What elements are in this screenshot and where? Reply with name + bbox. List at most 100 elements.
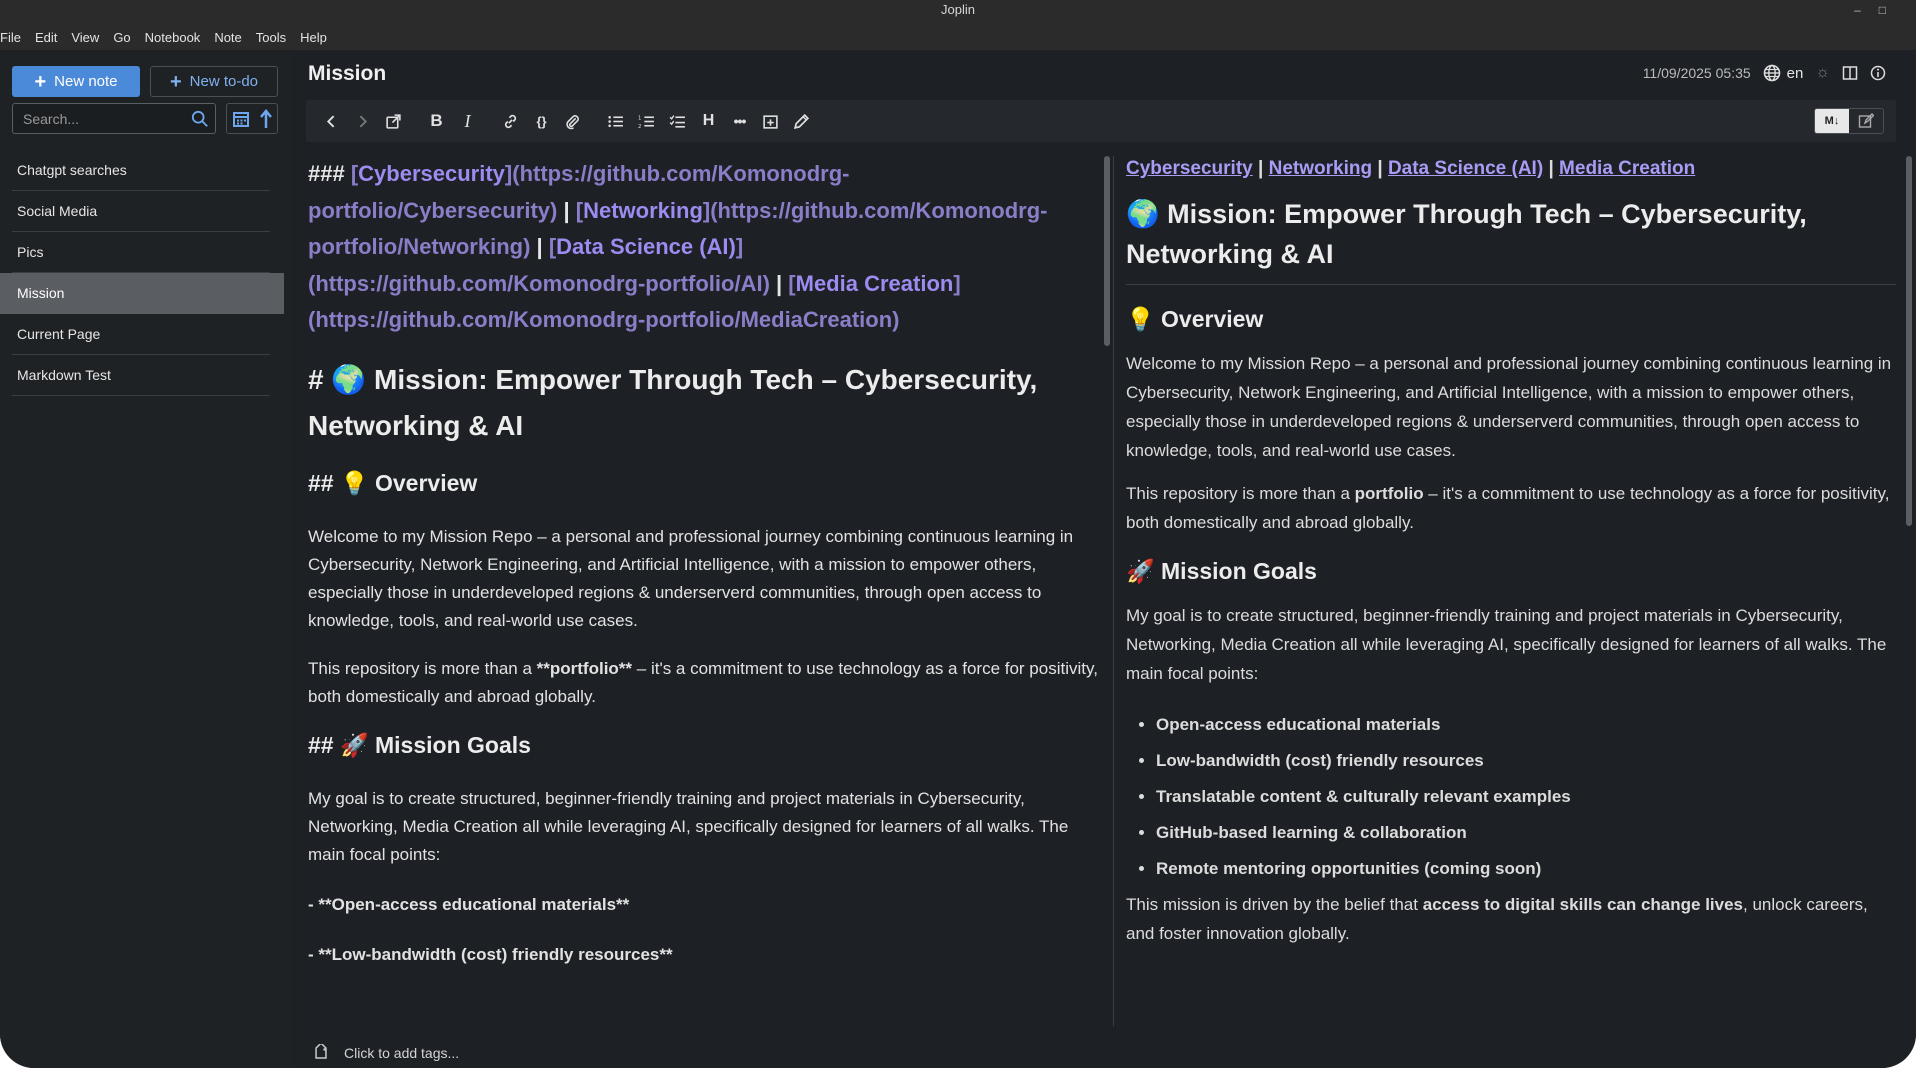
menu-file[interactable]: File — [0, 30, 28, 45]
link-icon[interactable] — [495, 105, 526, 137]
plus-icon: + — [34, 70, 47, 93]
preview-scrollbar[interactable] — [1906, 156, 1912, 526]
preview-list-item: GitHub-based learning & collaboration — [1156, 818, 1896, 847]
md-link-url: https://github.com/Komonodrg-portfolio/A… — [315, 270, 763, 296]
preview-h1: 🌍 Mission: Empower Through Tech – Cybers… — [1126, 194, 1896, 285]
bullet-list-icon[interactable] — [600, 105, 631, 137]
note-list-item[interactable]: Pics — [0, 232, 284, 273]
md-h2-overview: ## 💡 Overview — [308, 469, 478, 496]
md-list-item: - **Low-bandwidth (cost) friendly resour… — [308, 944, 673, 964]
search-box — [12, 103, 216, 134]
maximize-icon[interactable]: □ — [1879, 0, 1886, 20]
preview-link-cybersecurity[interactable]: Cybersecurity — [1126, 158, 1253, 179]
italic-icon[interactable]: I — [452, 105, 483, 137]
note-list: Chatgpt searches Social Media Pics Missi… — [0, 150, 284, 396]
preview-paragraph: Welcome to my Mission Repo – a personal … — [1126, 354, 1892, 460]
horizontal-rule-icon[interactable]: ••• — [724, 105, 755, 137]
title-bar: Joplin – □ — [0, 0, 1916, 24]
menu-go[interactable]: Go — [106, 30, 137, 45]
preview-paragraph: This repository is more than a portfolio… — [1126, 484, 1890, 532]
preview-paragraph: My goal is to create structured, beginne… — [1126, 606, 1887, 683]
markdown-editor[interactable]: ### [Cybersecurity](https://github.com/K… — [308, 156, 1098, 1036]
bold-icon[interactable]: B — [421, 105, 452, 137]
menu-help[interactable]: Help — [293, 30, 334, 45]
md-link-text: Networking — [583, 197, 703, 223]
window-controls: – □ — [1854, 0, 1886, 20]
preview-link-networking[interactable]: Networking — [1269, 158, 1372, 179]
new-todo-button[interactable]: + New to-do — [150, 66, 278, 97]
note-list-item[interactable]: Current Page — [0, 314, 284, 355]
note-title[interactable]: Mission — [308, 62, 386, 86]
tags-bar[interactable]: Click to add tags... — [312, 1038, 459, 1068]
editor-toolbar: B I {} 12 H ••• M↓ — [306, 100, 1896, 142]
md-link-url: https://github.com/Komonodrg-portfolio/M… — [315, 307, 893, 332]
md-link-text: Cybersecurity — [358, 161, 505, 186]
attachment-icon[interactable] — [557, 105, 588, 137]
preview-list: Open-access educational materials Low-ba… — [1126, 710, 1896, 883]
note-meta: 11/09/2025 05:35 en ☼ — [1643, 64, 1886, 82]
preview-list-item: Low-bandwidth (cost) friendly resources — [1156, 746, 1896, 775]
tag-icon — [315, 1044, 327, 1059]
insert-date-icon[interactable] — [755, 105, 786, 137]
external-edit-icon[interactable] — [378, 105, 409, 137]
alarm-icon[interactable]: ☼ — [1815, 64, 1830, 82]
md-paragraph: This repository is more than a **portfol… — [308, 658, 1098, 706]
md-link-text: Media Creation — [795, 270, 954, 296]
search-input[interactable] — [13, 104, 183, 133]
menu-view[interactable]: View — [64, 30, 106, 45]
md-list-item: - **Open-access educational materials** — [308, 894, 630, 914]
md-paragraph: My goal is to create structured, beginne… — [308, 788, 1069, 864]
sort-controls — [226, 103, 278, 134]
preview-h2-overview: 💡 Overview — [1126, 306, 1264, 332]
md-link-text: Data Science (AI) — [556, 234, 736, 259]
spellcheck-language-button[interactable]: en — [1763, 64, 1804, 82]
preview-links: Cybersecurity | Networking | Data Scienc… — [1126, 158, 1696, 179]
editor-area: Mission 11/09/2025 05:35 en ☼ B I {} 1 2… — [292, 50, 1916, 1068]
new-todo-label: New to-do — [189, 73, 259, 90]
joplin-window: Joplin – □ File Edit View Go Notebook No… — [0, 0, 1916, 1068]
new-note-button[interactable]: + New note — [12, 66, 140, 97]
spellcheck-icon[interactable] — [786, 105, 817, 137]
globe-icon — [1763, 64, 1780, 82]
menu-note[interactable]: Note — [207, 30, 248, 45]
note-timestamp: 11/09/2025 05:35 — [1642, 65, 1751, 81]
note-list-item[interactable]: Social Media — [0, 191, 284, 232]
editor-scrollbar[interactable] — [1104, 156, 1110, 346]
numbered-list-icon[interactable]: 12 — [631, 105, 662, 137]
menu-tools[interactable]: Tools — [249, 30, 293, 45]
back-icon[interactable] — [316, 105, 347, 137]
md-paragraph: Welcome to my Mission Repo – a personal … — [308, 526, 1074, 630]
md-links-heading: ### [Cybersecurity](https://github.com/K… — [308, 161, 1048, 332]
preview-link-data-science[interactable]: Data Science (AI) — [1388, 158, 1543, 179]
markdown-editor-icon[interactable]: M↓ — [1815, 109, 1849, 133]
new-note-label: New note — [54, 73, 118, 90]
menu-notebook[interactable]: Notebook — [138, 30, 208, 45]
search-icon[interactable] — [191, 110, 209, 128]
code-icon[interactable]: {} — [526, 105, 557, 137]
calendar-icon[interactable] — [232, 110, 250, 128]
language-label: en — [1786, 64, 1804, 82]
svg-text:2: 2 — [638, 123, 641, 129]
preview-h2-goals: 🚀 Mission Goals — [1126, 558, 1317, 584]
preview-list-item: Open-access educational materials — [1156, 710, 1896, 739]
rich-text-editor-icon[interactable] — [1849, 109, 1883, 133]
sort-direction-icon[interactable] — [260, 108, 272, 129]
checkbox-list-icon[interactable] — [662, 105, 693, 137]
md-h2-goals: ## 🚀 Mission Goals — [308, 731, 531, 758]
preview-list-item: Translatable content & culturally releva… — [1156, 782, 1896, 811]
toggle-layout-icon[interactable] — [1842, 65, 1858, 81]
note-list-item[interactable]: Chatgpt searches — [0, 150, 284, 191]
note-info-icon[interactable] — [1870, 65, 1886, 81]
menu-edit[interactable]: Edit — [28, 30, 64, 45]
plus-icon: + — [169, 70, 182, 93]
forward-icon[interactable] — [347, 105, 378, 137]
md-heading-prefix: ### — [308, 161, 351, 186]
note-list-item[interactable]: Markdown Test — [0, 355, 284, 396]
minimize-icon[interactable]: – — [1854, 0, 1861, 20]
svg-text:1: 1 — [638, 115, 641, 121]
note-list-item-selected[interactable]: Mission — [0, 273, 284, 314]
heading-icon[interactable]: H — [693, 105, 724, 137]
preview-link-media-creation[interactable]: Media Creation — [1559, 158, 1695, 179]
pane-divider[interactable] — [1113, 156, 1114, 1026]
editor-view-toggle: M↓ — [1814, 108, 1884, 134]
